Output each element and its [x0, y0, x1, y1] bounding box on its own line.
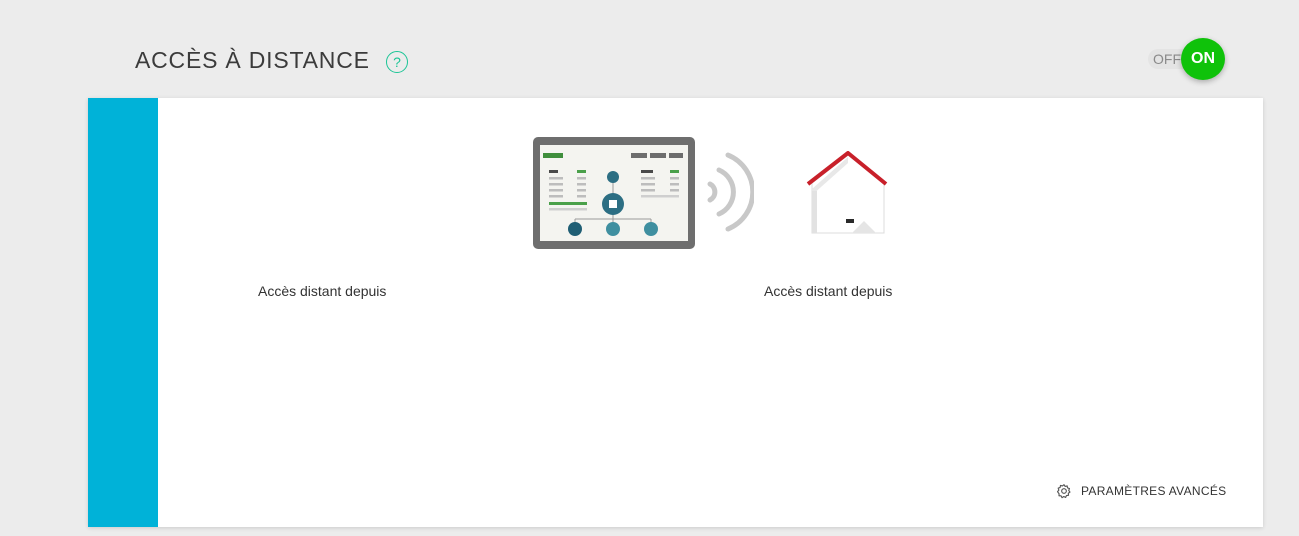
page-title: ACCÈS À DISTANCE: [135, 47, 370, 73]
remote-access-left-label: Accès distant depuis: [258, 283, 387, 299]
remote-access-page: ACCÈS À DISTANCE ? OFF ON Accès distant …: [0, 0, 1299, 536]
remote-access-toggle[interactable]: OFF ON: [1148, 38, 1228, 80]
remote-access-card: Accès distant depuis Accès distant depui…: [88, 98, 1263, 527]
advanced-settings-button[interactable]: PARAMÈTRES AVANCÉS: [1056, 483, 1226, 499]
house-icon: [806, 151, 888, 234]
toggle-on-knob[interactable]: ON: [1181, 38, 1225, 80]
gear-icon: [1056, 484, 1071, 499]
tablet-dashboard-icon: [533, 137, 695, 249]
card-accent-stripe: [88, 98, 158, 527]
wifi-waves-icon: [707, 152, 754, 232]
help-icon[interactable]: ?: [386, 51, 408, 73]
advanced-settings-label: PARAMÈTRES AVANCÉS: [1081, 484, 1227, 498]
remote-access-right-label: Accès distant depuis: [764, 283, 893, 299]
